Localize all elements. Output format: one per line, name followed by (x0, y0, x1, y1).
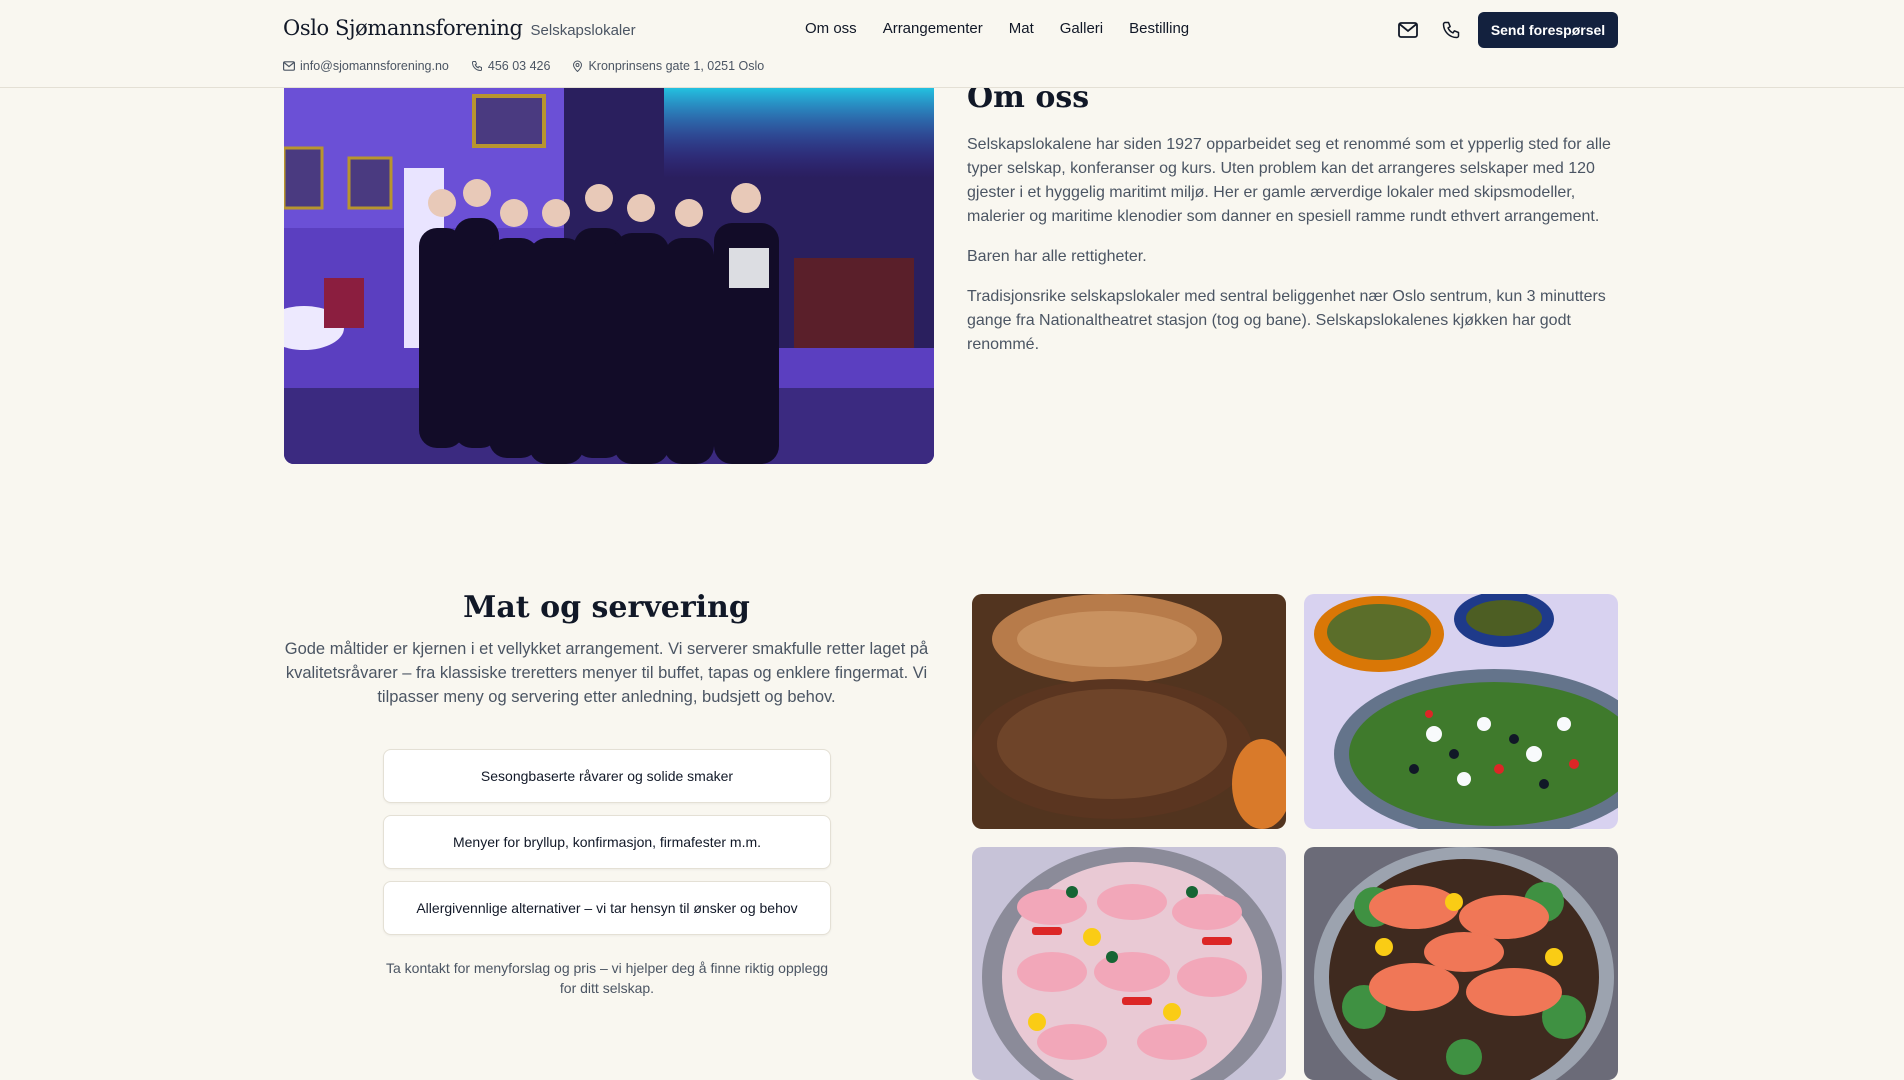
about-paragraph: Baren har alle rettigheter. (967, 248, 1147, 265)
contact-row: info@sjomannsforening.no 456 03 426 Kron… (283, 59, 764, 73)
staff-photo (284, 88, 934, 464)
brand[interactable]: Oslo Sjømannsforening Selskapslokaler (283, 16, 636, 40)
about-paragraph: Selskapslokalene har siden 1927 opparbei… (967, 136, 1611, 225)
contact-phone-text: 456 03 426 (487, 59, 551, 73)
mail-small-icon (283, 61, 295, 71)
contact-address[interactable]: Kronprinsens gate 1, 0251 Oslo (572, 59, 764, 73)
contact-email-text: info@sjomannsforening.no (300, 59, 449, 73)
phone-small-icon (471, 61, 482, 72)
nav-link-mat[interactable]: Mat (1009, 20, 1034, 37)
food-note: Ta kontakt for menyforslag og pris – vi … (385, 960, 829, 996)
send-request-button[interactable]: Send forespørsel (1478, 12, 1618, 48)
food-photo-shrimp[interactable] (972, 847, 1286, 1080)
food-lead: Gode måltider er kjernen i et vellykket … (284, 640, 929, 706)
about-text: Selskapslokalene har siden 1927 opparbei… (967, 133, 1622, 373)
nav-link-galleri[interactable]: Galleri (1060, 20, 1103, 37)
contact-email[interactable]: info@sjomannsforening.no (283, 59, 449, 73)
phone-icon[interactable] (1439, 18, 1463, 42)
brand-name[interactable]: Oslo Sjømannsforening (283, 16, 523, 40)
contact-address-text: Kronprinsens gate 1, 0251 Oslo (588, 59, 765, 73)
brand-subtitle: Selskapslokaler (530, 22, 636, 39)
contact-phone[interactable]: 456 03 426 (471, 59, 551, 73)
food-photo-roast[interactable] (972, 594, 1286, 829)
site-header: Oslo Sjømannsforening Selskapslokaler Om… (0, 0, 1904, 88)
food-photo-salad[interactable] (1304, 594, 1618, 829)
feature-card: Sesongbaserte råvarer og solide smaker (383, 749, 831, 803)
nav-link-om-oss[interactable]: Om oss (805, 20, 857, 37)
food-photo-salmon[interactable] (1304, 847, 1618, 1080)
nav-link-arrangementer[interactable]: Arrangementer (883, 20, 983, 37)
location-pin-icon (573, 60, 583, 72)
feature-card: Menyer for bryllup, konfirmasjon, firmaf… (383, 815, 831, 869)
feature-card: Allergivennlige alternativer – vi tar he… (383, 881, 831, 935)
food-title: Mat og servering (463, 590, 750, 625)
main-nav: Om oss Arrangementer Mat Galleri Bestill… (805, 20, 1189, 37)
mail-icon[interactable] (1396, 18, 1420, 42)
nav-link-bestilling[interactable]: Bestilling (1129, 20, 1189, 37)
about-paragraph: Tradisjonsrike selskapslokaler med sentr… (967, 288, 1606, 353)
